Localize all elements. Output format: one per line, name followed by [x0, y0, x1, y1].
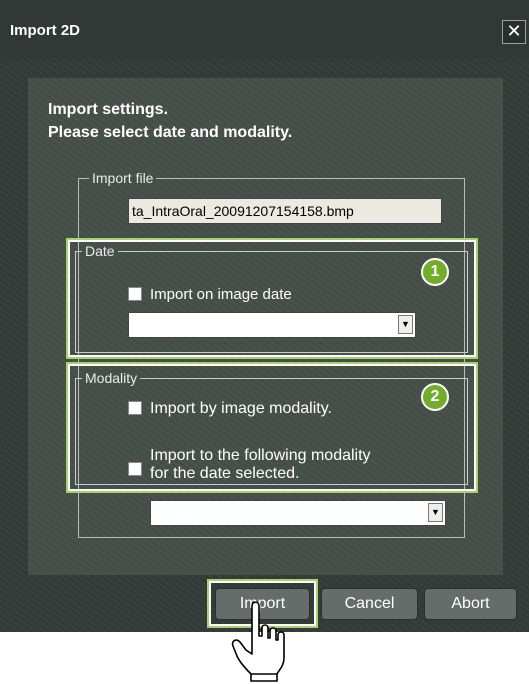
import-file-legend: Import file: [89, 170, 157, 186]
instruction-line-2: Please select date and modality.: [48, 124, 293, 141]
cancel-button[interactable]: Cancel: [321, 588, 418, 620]
step-badge-1: 1: [421, 258, 449, 286]
close-icon: ✕: [506, 21, 522, 41]
abort-button[interactable]: Abort: [424, 588, 517, 620]
modality-combo-dropdown-button[interactable]: ▼: [428, 503, 443, 522]
import-2d-dialog: Import 2D ✕ Import settings. Please sele…: [0, 0, 529, 632]
modality-highlight-box: [66, 362, 478, 493]
import-file-field: ta_IntraOral_20091207154158.bmp: [128, 198, 442, 224]
date-highlight-box: [66, 238, 478, 359]
chevron-down-icon: ▼: [431, 507, 440, 517]
title-bar: Import 2D ✕: [0, 0, 529, 58]
window-title: Import 2D: [10, 22, 81, 39]
step-badge-2: 2: [421, 383, 449, 411]
modality-combo[interactable]: ▼: [150, 500, 446, 526]
close-button[interactable]: ✕: [502, 20, 526, 44]
hand-pointer-icon: [231, 601, 285, 682]
instruction-line-1: Import settings.: [48, 101, 169, 118]
